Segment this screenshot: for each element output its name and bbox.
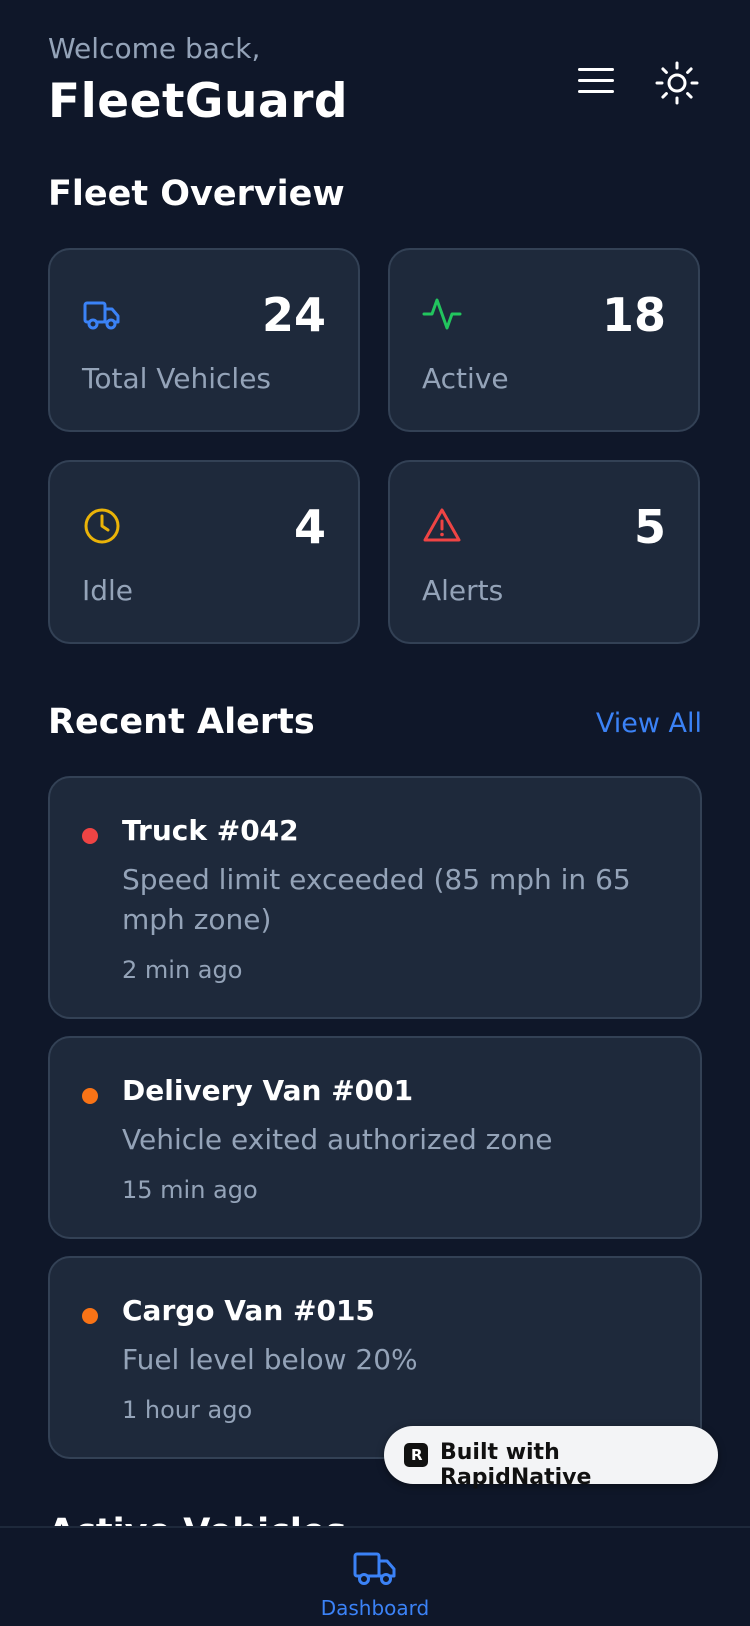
stat-label: Active xyxy=(422,362,509,395)
stat-label: Idle xyxy=(82,574,134,607)
stat-value: 18 xyxy=(601,288,666,342)
alert-message: Fuel level below 20% xyxy=(122,1343,418,1376)
stat-card-idle[interactable]: 4 Idle xyxy=(48,460,360,644)
alert-severity-dot xyxy=(82,828,98,844)
view-all-link[interactable]: View All xyxy=(596,708,702,739)
alert-title: Cargo Van #015 xyxy=(122,1294,375,1327)
alert-title: Delivery Van #001 xyxy=(122,1074,414,1107)
app-title: FleetGuard xyxy=(48,74,349,129)
stat-label: Total Vehicles xyxy=(82,362,272,395)
welcome-text: Welcome back, xyxy=(48,32,261,65)
theme-toggle-button[interactable] xyxy=(654,60,700,106)
rapidnative-logo-icon: R xyxy=(404,1443,428,1467)
stat-card-alerts[interactable]: 5 Alerts xyxy=(388,460,700,644)
alert-triangle-icon xyxy=(423,508,461,542)
truck-icon xyxy=(83,301,120,330)
clock-icon xyxy=(84,508,120,544)
activity-icon xyxy=(422,298,462,330)
truck-icon xyxy=(353,1552,396,1585)
alert-severity-dot xyxy=(82,1308,98,1324)
sun-icon xyxy=(655,61,699,105)
nav-label-dashboard: Dashboard xyxy=(320,1596,430,1620)
alert-message: Speed limit exceeded (85 mph in 65 mph z… xyxy=(122,863,631,936)
stat-value: 5 xyxy=(633,500,666,554)
nav-item-dashboard[interactable]: Dashboard xyxy=(300,1528,450,1626)
alert-card[interactable]: Delivery Van #001 Vehicle exited authori… xyxy=(48,1036,702,1239)
stat-card-total-vehicles[interactable]: 24 Total Vehicles xyxy=(48,248,360,432)
stat-value: 24 xyxy=(261,288,326,342)
stat-value: 4 xyxy=(293,500,326,554)
alert-time: 1 hour ago xyxy=(122,1396,253,1424)
alert-title: Truck #042 xyxy=(122,814,299,847)
stat-label: Alerts xyxy=(422,574,504,607)
bottom-nav: Dashboard xyxy=(0,1526,750,1626)
alert-time: 15 min ago xyxy=(122,1176,258,1204)
alert-time: 2 min ago xyxy=(122,956,243,984)
stat-card-active[interactable]: 18 Active xyxy=(388,248,700,432)
section-title-fleet-overview: Fleet Overview xyxy=(48,174,345,214)
built-with-badge[interactable]: R Built with RapidNative xyxy=(384,1426,718,1490)
alert-severity-dot xyxy=(82,1088,98,1104)
alert-card[interactable]: Truck #042 Speed limit exceeded (85 mph … xyxy=(48,776,702,1019)
menu-button[interactable] xyxy=(576,64,616,98)
alert-message: Vehicle exited authorized zone xyxy=(122,1123,553,1156)
section-title-recent-alerts: Recent Alerts xyxy=(48,702,315,742)
badge-text: Built with RapidNative xyxy=(440,1440,592,1490)
